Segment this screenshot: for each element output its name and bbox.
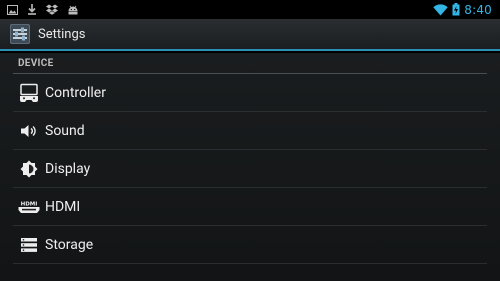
page-title: Settings (38, 26, 86, 42)
gamepad-icon (18, 82, 40, 104)
speaker-icon (18, 120, 40, 142)
settings-item-label: Controller (45, 84, 106, 101)
system-icons: 8:40 (433, 3, 500, 17)
android-icon (67, 5, 79, 15)
settings-item-controller[interactable]: Controller (13, 74, 487, 112)
notification-icons (0, 4, 79, 15)
status-time: 8:40 (464, 2, 492, 17)
battery-icon (452, 3, 460, 16)
brightness-icon (18, 158, 40, 180)
status-bar: 8:40 (0, 0, 500, 19)
wifi-icon (433, 3, 448, 16)
action-bar: Settings (0, 19, 500, 51)
hdmi-icon: HDMI (18, 196, 40, 218)
section-header-device: DEVICE (13, 53, 487, 74)
settings-item-label: HDMI (45, 198, 81, 215)
settings-app-icon[interactable] (9, 23, 31, 45)
settings-item-hdmi[interactable]: HDMI HDMI (13, 188, 487, 226)
storage-icon (18, 234, 40, 256)
settings-item-sound[interactable]: Sound (13, 112, 487, 150)
settings-item-label: Sound (45, 122, 85, 139)
dropbox-icon (46, 4, 58, 15)
download-icon (27, 4, 37, 15)
settings-item-storage[interactable]: Storage (13, 226, 487, 264)
image-icon (7, 4, 18, 15)
settings-item-display[interactable]: Display (13, 150, 487, 188)
settings-item-label: Display (45, 160, 91, 177)
settings-list: DEVICE Controller Sound Display HDMI HDM… (0, 53, 500, 281)
svg-text:HDMI: HDMI (21, 201, 38, 207)
settings-item-label: Storage (45, 236, 94, 253)
